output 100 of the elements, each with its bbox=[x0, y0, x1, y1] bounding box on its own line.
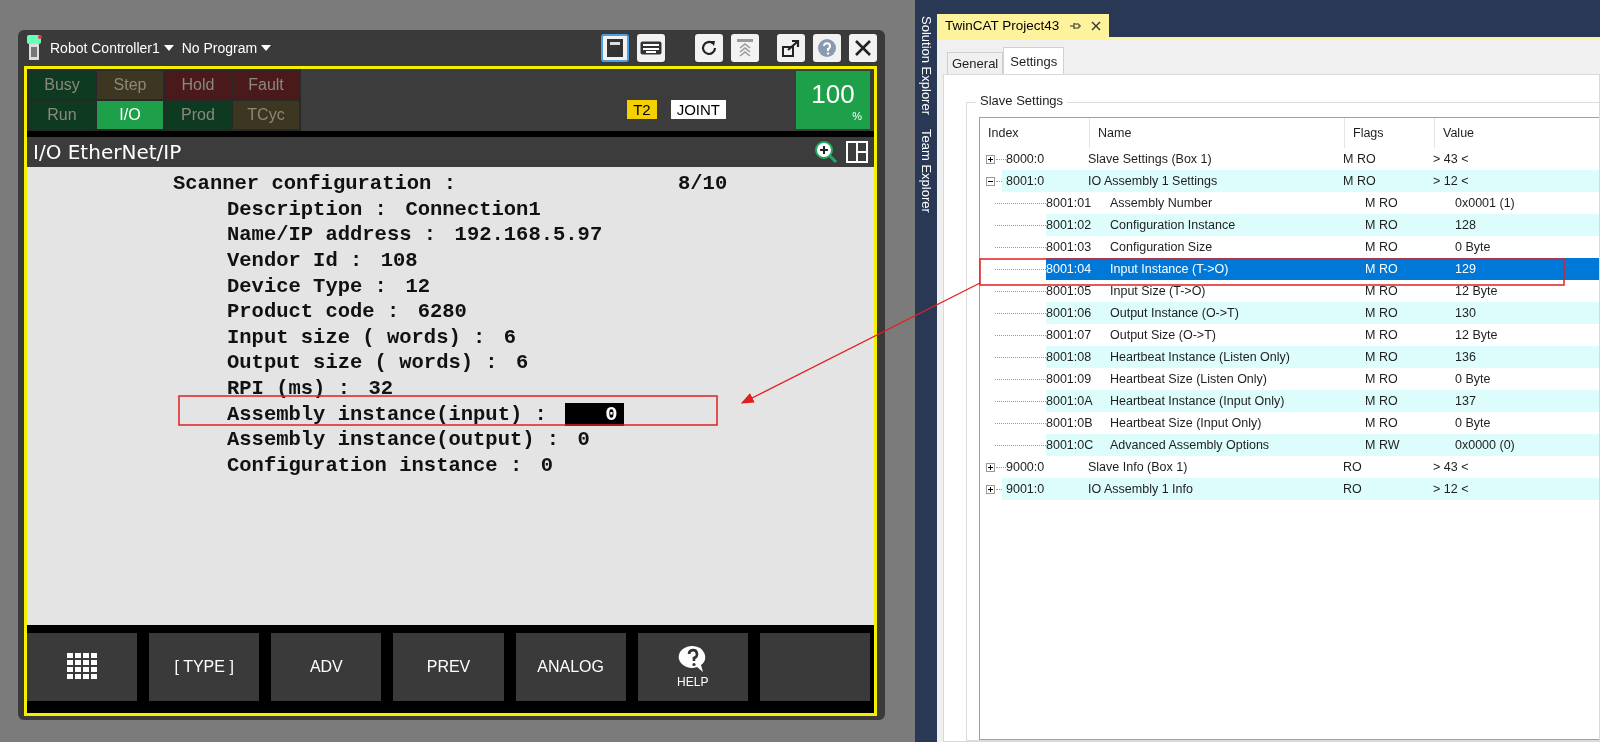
side-tab[interactable]: Solution Explorer bbox=[918, 16, 934, 115]
table-row[interactable]: 9001:0 IO Assembly 1 Info RO > 12 < bbox=[1002, 478, 1599, 500]
expand-icon[interactable] bbox=[986, 484, 995, 494]
parameter-value[interactable]: 12 bbox=[405, 274, 430, 298]
function-key[interactable]: PREV bbox=[393, 633, 504, 701]
tab[interactable]: General bbox=[947, 52, 1004, 74]
parameter-label: Name/IP address : bbox=[227, 223, 437, 247]
jog-button[interactable] bbox=[731, 34, 759, 62]
split-view-icon[interactable] bbox=[846, 141, 868, 163]
status-indicator: Hold bbox=[165, 71, 231, 99]
menu-button[interactable] bbox=[27, 633, 138, 701]
parameter-value[interactable]: 32 bbox=[368, 377, 394, 401]
teach-pendant-icon bbox=[606, 38, 624, 58]
parameter-label: Configuration instance : bbox=[227, 453, 523, 477]
table-row[interactable]: 8000:0 Slave Settings (Box 1) M RO > 43 < bbox=[1002, 148, 1599, 170]
parameter-value[interactable]: Connection1 bbox=[405, 197, 541, 221]
parameter-value[interactable]: 0 bbox=[565, 402, 624, 426]
parameter-value[interactable]: 6280 bbox=[417, 300, 467, 324]
document-tab[interactable]: TwinCAT Project43 bbox=[937, 14, 1110, 37]
export-button[interactable] bbox=[777, 34, 805, 62]
status-indicator: Prod bbox=[165, 101, 231, 129]
keyboard-button[interactable] bbox=[637, 34, 665, 62]
name-cell-text: Output Instance (O->T) bbox=[1110, 306, 1240, 320]
flags-cell-text: M RW bbox=[1365, 438, 1401, 452]
table-row[interactable]: 8001:08 Heartbeat Instance (Listen Only) M RO 136 bbox=[1046, 346, 1599, 368]
side-tab[interactable]: Team Explorer bbox=[918, 129, 934, 213]
value-cell-text: > 43 < bbox=[1433, 460, 1470, 474]
flags-cell-text: M RO bbox=[1343, 174, 1377, 188]
help-button[interactable] bbox=[813, 34, 841, 62]
parameter-value[interactable]: 0 bbox=[540, 453, 553, 477]
index-cell-text: 9000:0 bbox=[1006, 460, 1046, 474]
column-header[interactable]: Flags bbox=[1345, 118, 1435, 148]
name-cell-text: IO Assembly 1 Settings bbox=[1088, 174, 1219, 188]
parameter-label: Device Type : bbox=[227, 274, 387, 298]
column-header[interactable]: Name bbox=[1090, 118, 1345, 148]
table-row[interactable]: 8001:06 Output Instance (O->T) M RO 130 bbox=[1046, 302, 1599, 324]
export-icon bbox=[781, 38, 801, 58]
parameter-value[interactable]: 8/10 bbox=[678, 172, 728, 196]
column-header[interactable]: Value bbox=[1435, 118, 1599, 148]
flags-cell-text: M RO bbox=[1365, 218, 1399, 232]
status-indicator: Fault bbox=[233, 71, 299, 99]
value-cell-text: 128 bbox=[1455, 218, 1477, 232]
parameter-value[interactable]: 6 bbox=[503, 325, 517, 349]
index-cell-text: 8001:04 bbox=[1046, 262, 1093, 276]
table-row[interactable]: 8001:0 IO Assembly 1 Settings M RO > 12 < bbox=[1002, 170, 1599, 192]
parameter-label: Assembly instance(output) : bbox=[227, 428, 560, 452]
table-row[interactable]: 8001:0B Heartbeat Size (Input Only) M RO 0 Byte bbox=[1046, 412, 1599, 434]
index-cell-text: 8001:09 bbox=[1046, 372, 1093, 386]
index-cell-text: 8001:07 bbox=[1046, 328, 1093, 342]
name-cell-text: Heartbeat Instance (Listen Only) bbox=[1110, 350, 1291, 364]
parameter-value[interactable]: 108 bbox=[380, 249, 418, 273]
parameter-label: Scanner configuration : bbox=[173, 172, 457, 196]
help-button[interactable]: HELP bbox=[637, 633, 748, 701]
pin-icon[interactable] bbox=[1069, 20, 1082, 31]
table-row[interactable]: 8001:0A Heartbeat Instance (Input Only) M RO 137 bbox=[1046, 390, 1599, 412]
name-cell-text: IO Assembly 1 Info bbox=[1088, 482, 1194, 496]
zoom-in-icon[interactable] bbox=[814, 140, 838, 164]
index-cell-text: 8001:01 bbox=[1046, 196, 1093, 210]
controller-dropdown[interactable]: Robot Controller1 bbox=[50, 40, 174, 56]
column-header[interactable]: Index bbox=[980, 118, 1090, 148]
table-row[interactable]: 8001:04 Input Instance (T->O) M RO 129 bbox=[1046, 258, 1599, 280]
group-title: Slave Settings bbox=[976, 93, 1068, 108]
function-key[interactable]: ANALOG bbox=[515, 633, 626, 701]
value-cell-text: 0 Byte bbox=[1455, 416, 1492, 430]
close-icon[interactable] bbox=[1091, 20, 1102, 31]
parameter-value[interactable]: 192.168.5.97 bbox=[454, 223, 603, 247]
value-cell-text: 0x0000 (0) bbox=[1455, 438, 1516, 452]
value-cell-text: 0x0001 (1) bbox=[1455, 196, 1516, 210]
pendant-view-button[interactable] bbox=[601, 34, 629, 62]
teach-pendant-icon bbox=[26, 35, 42, 61]
coordinate-badge: JOINT bbox=[670, 100, 726, 119]
flags-cell-text: M RO bbox=[1343, 152, 1377, 166]
table-row[interactable]: 8001:0C Advanced Assembly Options M RW 0x0000 (0) bbox=[1046, 434, 1599, 456]
table-row[interactable]: 8001:05 Input Size (T->O) M RO 12 Byte bbox=[1046, 280, 1599, 302]
table-row[interactable]: 8001:01 Assembly Number M RO 0x0001 (1) bbox=[1046, 192, 1599, 214]
table-row[interactable]: 8001:02 Configuration Instance M RO 128 bbox=[1046, 214, 1599, 236]
collapse-icon[interactable] bbox=[986, 176, 995, 186]
refresh-button[interactable] bbox=[695, 34, 723, 62]
expand-icon[interactable] bbox=[986, 154, 995, 164]
index-cell-text: 8001:0B bbox=[1046, 416, 1094, 430]
table-row[interactable]: 9000:0 Slave Info (Box 1) RO > 43 < bbox=[1002, 456, 1599, 478]
status-indicator: I/O bbox=[97, 101, 163, 129]
parameter-value[interactable]: 6 bbox=[516, 351, 529, 375]
table-row[interactable]: 8001:09 Heartbeat Size (Listen Only) M RO 0 Byte bbox=[1046, 368, 1599, 390]
value-cell-text: 12 Byte bbox=[1455, 328, 1499, 342]
table-row[interactable]: 8001:03 Configuration Size M RO 0 Byte bbox=[1046, 236, 1599, 258]
index-cell-text: 8001:0 bbox=[1006, 174, 1046, 188]
function-key[interactable]: [ TYPE ] bbox=[149, 633, 260, 701]
close-button[interactable] bbox=[849, 34, 877, 62]
value-cell-text: 129 bbox=[1455, 262, 1477, 276]
table-row[interactable]: 8001:07 Output Size (O->T) M RO 12 Byte bbox=[1046, 324, 1599, 346]
document-title: TwinCAT Project43 bbox=[945, 18, 1060, 33]
program-dropdown[interactable]: No Program bbox=[181, 40, 272, 56]
tab[interactable]: Settings bbox=[1003, 47, 1065, 74]
function-key[interactable]: ADV bbox=[271, 633, 382, 701]
parameter-label: Output size ( words) : bbox=[227, 351, 498, 375]
expand-icon[interactable] bbox=[986, 462, 995, 472]
index-cell-text: 8001:0C bbox=[1046, 438, 1095, 452]
index-cell-text: 8001:02 bbox=[1046, 218, 1093, 232]
parameter-value[interactable]: 0 bbox=[577, 428, 590, 452]
